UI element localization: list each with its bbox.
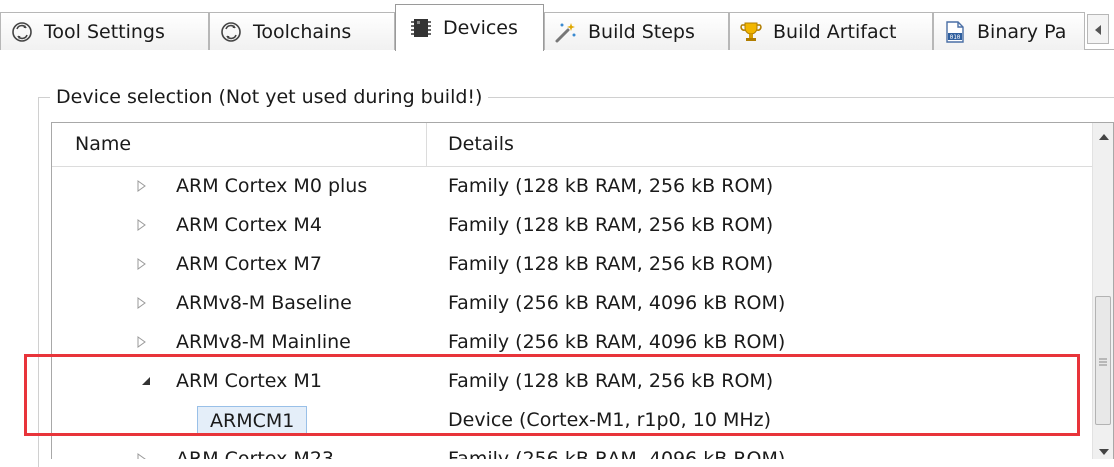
editor-tab-strip: Tool Settings Toolchains Devices Build S… — [0, 0, 1114, 51]
name-cell: ARM Cortex M23 — [52, 440, 427, 459]
details-cell: Family (256 kB RAM, 4096 kB ROM) — [448, 448, 786, 459]
tab-tool-settings[interactable]: Tool Settings — [0, 12, 209, 50]
name-cell: ARM Cortex M4 — [52, 206, 427, 245]
details-cell: Device (Cortex-M1, r1p0, 10 MHz) — [448, 409, 772, 431]
device-family-name: ARM Cortex M7 — [176, 253, 322, 275]
svg-text:010: 010 — [950, 34, 961, 41]
column-header-details[interactable]: Details — [427, 123, 1092, 166]
table-header: Name Details — [52, 123, 1092, 167]
tab-label: Toolchains — [253, 20, 352, 43]
tab-binary-parser[interactable]: 010 Binary Pa — [933, 12, 1085, 50]
tab-label: Tool Settings — [44, 20, 165, 43]
device-name-selected[interactable]: ARMCM1 — [197, 406, 308, 436]
chip-icon — [408, 15, 434, 41]
tab-label: Build Steps — [588, 20, 695, 43]
details-cell: Family (256 kB RAM, 4096 kB ROM) — [448, 331, 786, 353]
tree-row[interactable]: ARM Cortex M23 Family (256 kB RAM, 4096 … — [52, 440, 1092, 459]
tree-row[interactable]: ARM Cortex M0 plus Family (128 kB RAM, 2… — [52, 167, 1092, 206]
tab-devices[interactable]: Devices — [395, 4, 544, 51]
expand-arrow-icon[interactable] — [135, 451, 149, 459]
name-cell: ARMv8-M Mainline — [52, 323, 427, 362]
expand-arrow-icon[interactable] — [135, 217, 149, 233]
tree-row-device[interactable]: ARMCM1 Device (Cortex-M1, r1p0, 10 MHz) — [52, 401, 1092, 440]
device-family-name: ARM Cortex M0 plus — [176, 175, 368, 197]
details-cell: Family (128 kB RAM, 256 kB ROM) — [448, 214, 774, 236]
name-cell: ARM Cortex M1 — [52, 362, 427, 401]
tree-row-expanded[interactable]: ARM Cortex M1 Family (128 kB RAM, 256 kB… — [52, 362, 1092, 401]
tab-toolchains[interactable]: Toolchains — [209, 12, 395, 50]
device-family-name: ARM Cortex M4 — [176, 214, 322, 236]
details-cell: Family (128 kB RAM, 256 kB ROM) — [448, 370, 774, 392]
tree-row[interactable]: ARM Cortex M4 Family (128 kB RAM, 256 kB… — [52, 206, 1092, 245]
gear-cycle-icon — [218, 19, 244, 45]
scroll-up-button[interactable] — [1093, 123, 1113, 145]
name-cell: ARMv8-M Baseline — [52, 284, 427, 323]
details-cell: Family (128 kB RAM, 256 kB ROM) — [448, 175, 774, 197]
device-family-name: ARM Cortex M23 — [176, 448, 334, 459]
expand-arrow-icon[interactable] — [135, 178, 149, 194]
tree-row[interactable]: ARMv8-M Mainline Family (256 kB RAM, 409… — [52, 323, 1092, 362]
arrow-up-icon — [1098, 125, 1109, 144]
arrow-down-icon — [1098, 440, 1109, 459]
device-family-name: ARMv8-M Baseline — [176, 292, 352, 314]
name-cell: ARMCM1 — [52, 401, 427, 440]
chevron-left-icon — [1094, 20, 1102, 39]
grip-icon — [1099, 351, 1107, 370]
device-family-name: ARMv8-M Mainline — [176, 331, 351, 353]
expand-arrow-icon[interactable] — [135, 256, 149, 272]
name-cell: ARM Cortex M0 plus — [52, 167, 427, 206]
binary-file-icon: 010 — [942, 19, 968, 45]
magic-wand-icon — [553, 19, 579, 45]
expand-arrow-icon[interactable] — [135, 295, 149, 311]
scroll-down-button[interactable] — [1093, 438, 1113, 459]
tab-scroll-button[interactable] — [1087, 14, 1109, 44]
group-title: Device selection (Not yet used during bu… — [50, 84, 489, 110]
tree-row[interactable]: ARMv8-M Baseline Family (256 kB RAM, 409… — [52, 284, 1092, 323]
device-tree[interactable]: Name Details ARM Cortex M0 plus Family (… — [51, 122, 1114, 459]
vertical-scrollbar[interactable] — [1092, 123, 1113, 459]
scrollbar-thumb[interactable] — [1095, 296, 1111, 425]
tab-label: Devices — [443, 17, 518, 39]
tab-label: Build Artifact — [773, 20, 897, 43]
expand-arrow-icon[interactable] — [135, 334, 149, 350]
name-cell: ARM Cortex M7 — [52, 245, 427, 284]
tab-build-artifact[interactable]: Build Artifact — [729, 12, 933, 50]
device-family-name: ARM Cortex M1 — [176, 370, 322, 392]
trophy-icon — [738, 19, 764, 45]
gear-cycle-icon — [9, 19, 35, 45]
details-cell: Family (128 kB RAM, 256 kB ROM) — [448, 253, 774, 275]
details-cell: Family (256 kB RAM, 4096 kB ROM) — [448, 292, 786, 314]
collapse-arrow-icon[interactable] — [139, 373, 153, 389]
tree-row[interactable]: ARM Cortex M7 Family (128 kB RAM, 256 kB… — [52, 245, 1092, 284]
column-header-name[interactable]: Name — [52, 123, 427, 166]
tab-build-steps[interactable]: Build Steps — [544, 12, 729, 50]
tab-label: Binary Pa — [977, 20, 1067, 43]
